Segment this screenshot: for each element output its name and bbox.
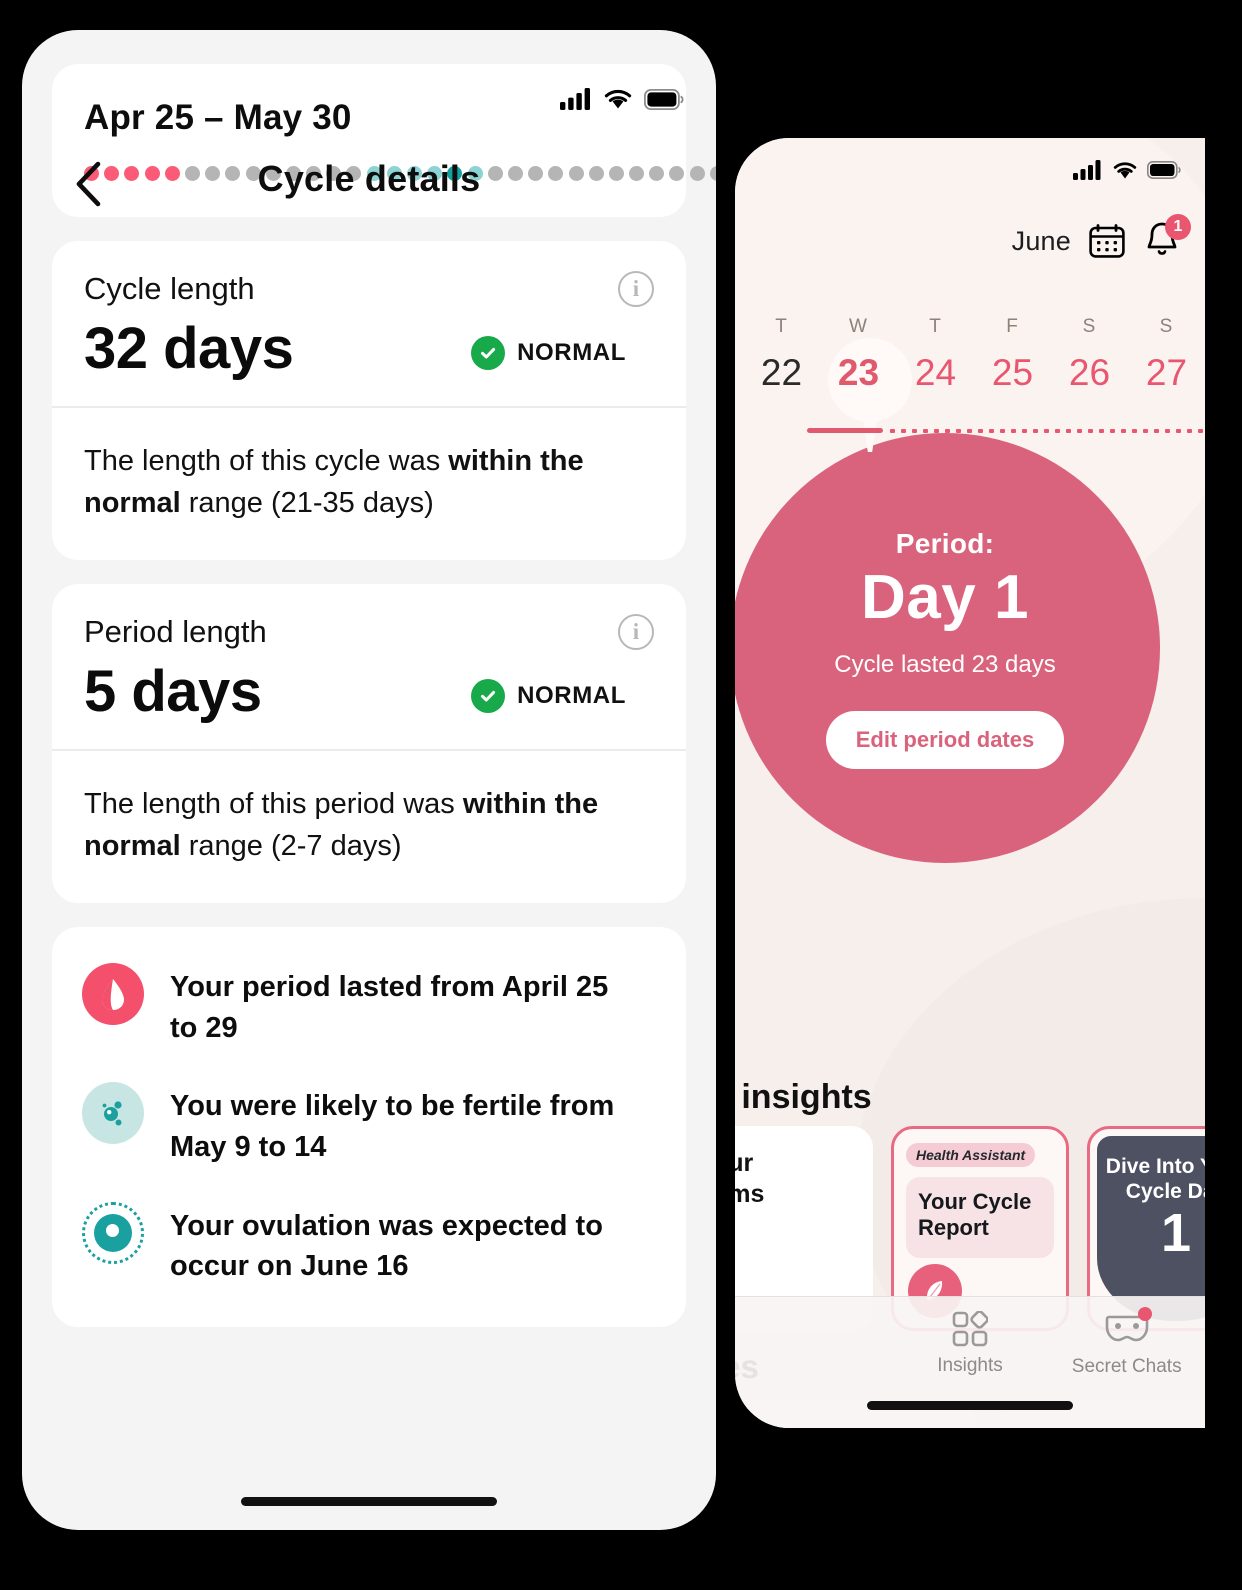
period-length-header: Period length i: [84, 614, 654, 651]
edit-period-dates-button[interactable]: Edit period dates: [825, 710, 1065, 769]
wifi-icon: [604, 89, 632, 109]
weekday-label: T: [775, 316, 788, 337]
insight-text: You were likely to be fertile from May 9…: [170, 1090, 615, 1163]
period-length-description: The length of this period was within the…: [84, 751, 654, 903]
info-icon[interactable]: i: [618, 271, 654, 307]
info-icon[interactable]: i: [618, 614, 654, 651]
notifications-button[interactable]: 1: [1143, 214, 1191, 262]
desc-part: The length of this cycle was: [84, 445, 449, 477]
status-badge: NORMAL: [471, 336, 654, 382]
weekday-label: W: [849, 316, 868, 337]
day-cell[interactable]: 26: [1051, 338, 1128, 394]
desc-part: range (2-7 days): [180, 830, 402, 863]
ovulation-egg-icon: [82, 1201, 144, 1264]
health-assistant-pill: Health Assistant: [906, 1143, 1036, 1167]
dotted-ring: [82, 1201, 144, 1264]
list-item: Your ovulation was expected to occur on …: [82, 1201, 656, 1287]
card-bubble: Your Cycle Report: [906, 1177, 1054, 1258]
future-days-dotted-line: [887, 429, 1205, 433]
battery-icon: [1147, 161, 1181, 179]
card-line-2: oms: [735, 1180, 765, 1209]
screenshot-stage: June 1 T W T F S S 22 23 24 25 26 27 Per…: [0, 0, 1242, 1590]
check-icon: [471, 336, 506, 370]
back-button[interactable]: [68, 156, 114, 212]
signal-bars-icon: [1073, 160, 1101, 180]
cycle-day-number: 1: [1160, 1203, 1192, 1264]
status-label: NORMAL: [517, 339, 626, 366]
period-label: Period:: [895, 527, 995, 559]
signal-bars-icon: [560, 88, 590, 110]
left-status-bar: [560, 88, 684, 110]
notification-badge: 1: [1165, 214, 1191, 240]
weekday-label: T: [929, 316, 942, 337]
nav-bar: Cycle details: [22, 150, 716, 220]
day-strip[interactable]: T W T F S S 22 23 24 25 26 27: [735, 316, 1205, 452]
page-title: Cycle details: [257, 158, 481, 199]
day-cell[interactable]: 27: [1128, 338, 1205, 394]
right-header: June 1: [1011, 214, 1191, 262]
right-status-bar: [1073, 160, 1181, 180]
tab-secret-chats[interactable]: Secret Chats: [1048, 1307, 1205, 1378]
desc-part: The length of this period was: [84, 788, 463, 821]
day-number-row[interactable]: 22 23 24 25 26 27: [735, 338, 1205, 394]
list-item: You were likely to be fertile from May 9…: [82, 1082, 656, 1167]
period-length-value: 5 days: [84, 659, 262, 725]
shield-shape: Dive Into Your Cycle Day 1: [1097, 1136, 1205, 1321]
today-underline: [807, 428, 883, 433]
cycle-length-subtitle: Cycle lasted 23 days: [834, 650, 1056, 678]
cycle-length-label: Cycle length: [84, 271, 255, 306]
home-indicator: [867, 1401, 1073, 1410]
cycle-report-title: Your Cycle Report: [918, 1189, 1032, 1241]
cycle-insights-card: Your period lasted from April 25 to 29 Y…: [52, 927, 686, 1327]
tab-label: Secret Chats: [1071, 1356, 1182, 1377]
status-label: NORMAL: [517, 682, 626, 710]
fertility-bubbles-icon: [82, 1082, 144, 1145]
cycle-length-value: 32 days: [84, 316, 294, 381]
insights-grid-icon: [952, 1311, 988, 1347]
calendar-icon[interactable]: [1089, 224, 1125, 258]
blood-drop-icon: [82, 963, 144, 1026]
check-icon: [471, 679, 506, 714]
insights-section-title: y insights: [735, 1078, 872, 1116]
weekday-row: T W T F S S: [735, 316, 1205, 338]
back-chevron-icon: [76, 161, 101, 207]
period-length-label: Period length: [84, 614, 267, 650]
insight-text: Your ovulation was expected to occur on …: [170, 1209, 603, 1283]
card-line-1: our: [735, 1149, 754, 1177]
home-indicator: [241, 1497, 497, 1506]
weekday-label: S: [1082, 316, 1097, 337]
period-length-value-row: 5 days NORMAL: [84, 658, 654, 749]
cycle-length-description: The length of this cycle was within the …: [84, 408, 654, 560]
day-cell[interactable]: 25: [974, 338, 1051, 394]
day-cell[interactable]: 24: [897, 338, 974, 394]
period-length-card: Period length i 5 days NORMAL The length…: [52, 584, 686, 904]
left-phone-screen: Cycle details Apr 25 – May 30 Cycle leng…: [22, 30, 716, 1530]
day-cell-selected[interactable]: 23: [820, 338, 897, 394]
cycle-length-value-row: 32 days NORMAL: [84, 315, 654, 406]
wifi-icon: [1113, 162, 1137, 179]
list-item: Your period lasted from April 25 to 29: [82, 963, 656, 1048]
battery-icon: [644, 88, 684, 110]
weekday-label: S: [1159, 316, 1174, 337]
insight-text: Your period lasted from April 25 to 29: [170, 971, 609, 1044]
period-day-value: Day 1: [861, 562, 1029, 632]
tab-insights[interactable]: Insights: [892, 1311, 1049, 1377]
desc-part: range (21-35 days): [180, 487, 434, 520]
cycle-length-header: Cycle length i: [84, 271, 654, 307]
weekday-label: F: [1006, 316, 1019, 337]
status-badge: NORMAL: [471, 679, 654, 725]
tab-label: Insights: [937, 1355, 1003, 1376]
day-cell[interactable]: 22: [743, 338, 820, 394]
right-phone-screen: June 1 T W T F S S 22 23 24 25 26 27 Per…: [735, 138, 1205, 1428]
period-status-circle: Period: Day 1 Cycle lasted 23 days Edit …: [735, 433, 1160, 863]
cycle-length-card: Cycle length i 32 days NORMAL The length…: [52, 241, 686, 561]
month-label: June: [1011, 225, 1071, 256]
unread-dot: [1137, 1307, 1152, 1321]
cycle-day-title: Dive Into Your Cycle Day: [1105, 1155, 1205, 1204]
